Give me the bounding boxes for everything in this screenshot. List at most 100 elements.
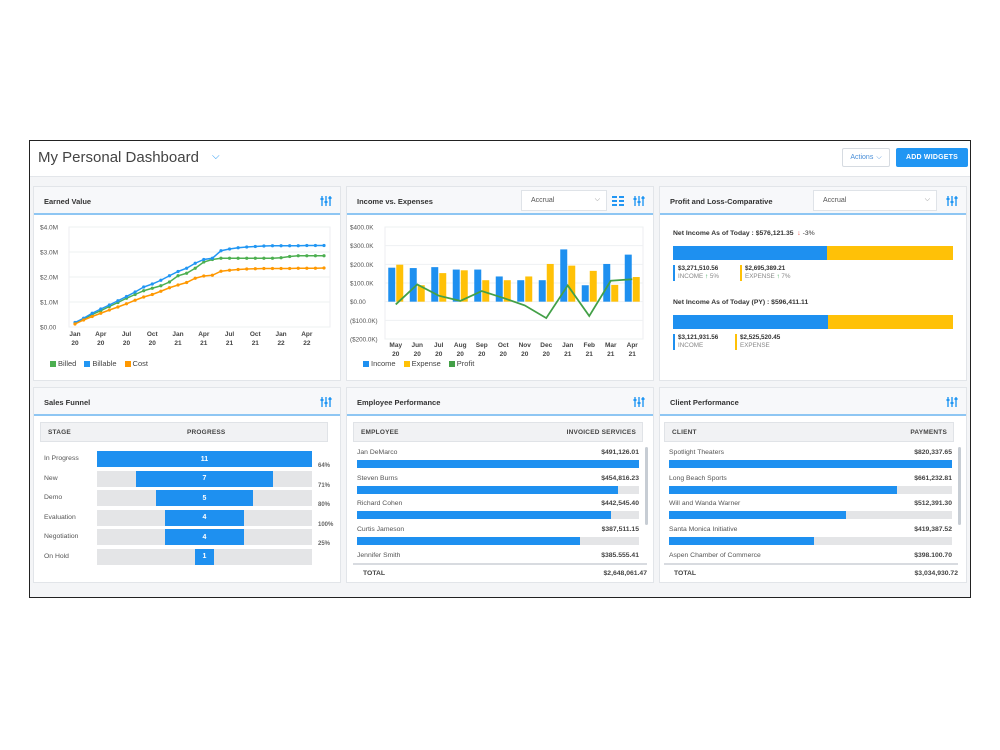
data-point-billable[interactable] xyxy=(210,256,214,260)
data-point-cost[interactable] xyxy=(210,273,214,277)
data-point-billable[interactable] xyxy=(296,244,300,248)
column-header-client[interactable]: CLIENT xyxy=(672,429,697,436)
data-point-billed[interactable] xyxy=(159,284,163,288)
data-point-cost[interactable] xyxy=(73,322,77,326)
data-point-cost[interactable] xyxy=(296,266,300,270)
sliders-icon[interactable] xyxy=(633,396,645,408)
funnel-bar[interactable]: 1 xyxy=(194,548,215,565)
column-header-stage[interactable]: STAGE xyxy=(48,429,71,436)
data-point-billed[interactable] xyxy=(245,256,249,260)
data-point-billable[interactable] xyxy=(193,261,197,265)
scrollbar[interactable] xyxy=(958,447,961,525)
data-point-cost[interactable] xyxy=(176,283,180,287)
list-item[interactable]: Santa Monica Initiative $419,387.52 xyxy=(669,526,952,550)
data-point-cost[interactable] xyxy=(313,266,318,270)
data-point-billable[interactable] xyxy=(279,244,283,248)
data-point-billed[interactable] xyxy=(150,286,154,290)
accounting-basis-select[interactable]: Accrual ⌵ xyxy=(813,190,937,211)
sliders-icon[interactable] xyxy=(320,396,332,408)
bar-expense[interactable] xyxy=(396,264,404,302)
data-point-billable[interactable] xyxy=(236,246,240,250)
data-point-billable[interactable] xyxy=(90,311,94,315)
actions-button[interactable]: Actions ⌵ xyxy=(842,148,890,167)
data-point-billable[interactable] xyxy=(227,247,232,251)
data-point-billed[interactable] xyxy=(270,256,275,260)
column-header-invoiced[interactable]: INVOICED SERVICES xyxy=(567,429,636,436)
bar-income[interactable] xyxy=(474,269,482,302)
data-point-cost[interactable] xyxy=(150,292,154,297)
data-point-billable[interactable] xyxy=(270,244,275,248)
data-point-cost[interactable] xyxy=(193,276,197,280)
data-point-billable[interactable] xyxy=(313,243,318,248)
column-header-progress[interactable]: PROGRESS xyxy=(187,429,225,436)
data-point-cost[interactable] xyxy=(81,318,86,322)
data-point-billable[interactable] xyxy=(219,249,223,253)
data-point-billable[interactable] xyxy=(107,303,111,307)
funnel-bar[interactable]: 4 xyxy=(165,529,244,545)
data-point-billed[interactable] xyxy=(227,256,232,260)
funnel-bar[interactable]: 7 xyxy=(136,470,273,487)
data-point-billable[interactable] xyxy=(167,274,172,278)
data-point-billed[interactable] xyxy=(288,254,292,259)
data-point-billable[interactable] xyxy=(116,299,120,303)
data-point-cost[interactable] xyxy=(305,266,309,270)
data-point-cost[interactable] xyxy=(227,268,232,272)
data-point-cost[interactable] xyxy=(253,267,257,271)
chevron-down-icon[interactable]: ⌵ xyxy=(212,151,220,162)
bar-expense[interactable] xyxy=(568,265,576,302)
data-point-billed[interactable] xyxy=(167,280,172,284)
list-item[interactable]: Curtis Jameson $387,511.15 xyxy=(357,526,639,550)
list-item[interactable]: Long Beach Sports $661,232.81 xyxy=(669,475,952,499)
add-widgets-button[interactable]: ADD WIDGETS xyxy=(896,148,968,167)
list-item[interactable]: Will and Wanda Warner $512,391.30 xyxy=(669,500,952,524)
data-point-billable[interactable] xyxy=(262,244,266,248)
data-point-cost[interactable] xyxy=(185,280,189,285)
data-point-billed[interactable] xyxy=(305,254,309,258)
data-point-billable[interactable] xyxy=(142,285,146,289)
funnel-bar[interactable]: 11 xyxy=(97,451,312,467)
bar-income[interactable] xyxy=(624,254,632,302)
data-point-billable[interactable] xyxy=(322,243,326,248)
data-point-billed[interactable] xyxy=(193,266,197,270)
sliders-icon[interactable] xyxy=(320,195,332,207)
data-point-billed[interactable] xyxy=(185,271,189,275)
data-point-billed[interactable] xyxy=(142,289,146,293)
bar-income[interactable] xyxy=(538,280,546,302)
data-point-billed[interactable] xyxy=(296,254,300,258)
data-point-cost[interactable] xyxy=(245,267,249,271)
data-point-billable[interactable] xyxy=(159,278,163,282)
data-point-billed[interactable] xyxy=(236,256,240,260)
legend-item-income[interactable]: Income xyxy=(363,359,396,368)
data-point-cost[interactable] xyxy=(107,308,111,312)
list-item[interactable]: Jan DeMarco $491,126.01 xyxy=(357,449,639,473)
funnel-bar[interactable]: 4 xyxy=(165,509,244,526)
sliders-icon[interactable] xyxy=(946,396,958,408)
data-point-billed[interactable] xyxy=(176,274,180,278)
legend-item-billed[interactable]: Billed xyxy=(50,359,76,368)
list-item[interactable]: Richard Cohen $442,545.40 xyxy=(357,500,639,524)
list-item[interactable]: Spotlight Theaters $820,337.65 xyxy=(669,449,952,473)
data-point-billable[interactable] xyxy=(150,282,154,286)
bar-income[interactable] xyxy=(581,285,589,302)
data-point-cost[interactable] xyxy=(124,302,129,306)
data-point-billable[interactable] xyxy=(185,266,189,270)
data-point-cost[interactable] xyxy=(116,305,120,309)
data-point-cost[interactable] xyxy=(159,289,163,293)
data-point-billable[interactable] xyxy=(124,294,129,299)
data-point-cost[interactable] xyxy=(167,286,172,290)
data-point-cost[interactable] xyxy=(262,266,266,271)
data-point-billable[interactable] xyxy=(99,307,103,311)
bar-expense[interactable] xyxy=(525,276,533,302)
bar-expense[interactable] xyxy=(611,284,619,302)
data-point-cost[interactable] xyxy=(99,311,103,315)
data-point-billable[interactable] xyxy=(253,244,257,249)
data-point-billable[interactable] xyxy=(305,243,309,248)
data-point-billed[interactable] xyxy=(219,256,223,260)
data-point-cost[interactable] xyxy=(219,269,223,273)
data-point-billable[interactable] xyxy=(133,290,137,294)
data-point-cost[interactable] xyxy=(133,298,137,302)
data-point-cost[interactable] xyxy=(279,266,283,271)
bar-expense[interactable] xyxy=(632,277,640,302)
data-point-cost[interactable] xyxy=(90,314,94,319)
legend-item-profit[interactable]: Profit xyxy=(448,359,474,368)
